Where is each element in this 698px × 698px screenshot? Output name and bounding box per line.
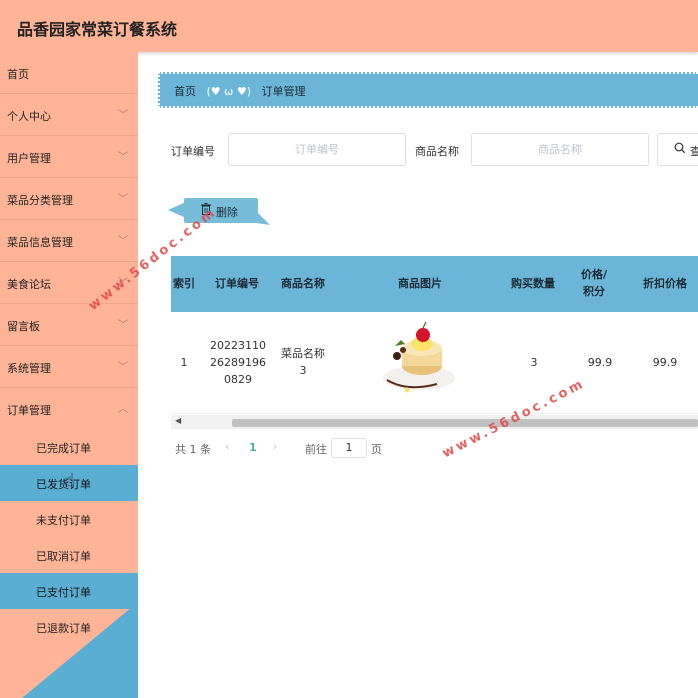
column-header-product-image: 商品图片 — [398, 277, 442, 290]
pagination-goto-input[interactable]: 1 — [331, 438, 367, 458]
sidebar-subitem-label: 已支付订单 — [36, 586, 91, 599]
sidebar-item-label: 订单管理 — [7, 404, 51, 417]
sidebar-item-user-management[interactable]: 用户管理 ﹀ — [0, 136, 138, 178]
sidebar-item-label: 菜品信息管理 — [7, 236, 73, 249]
dessert-image — [377, 320, 461, 400]
chevron-down-icon: ﹀ — [118, 110, 128, 121]
sidebar-item-label: 系统管理 — [7, 362, 51, 375]
sidebar-item-label: 首页 — [7, 68, 29, 81]
hand-cursor-icon: ☝ — [64, 470, 75, 491]
sidebar-item-dish-info[interactable]: 菜品信息管理 ﹀ — [0, 220, 138, 262]
sidebar-subitem-refunded-orders[interactable]: 已退款订单 — [0, 609, 138, 645]
sidebar-item-personal-center[interactable]: 个人中心 ﹀ — [0, 94, 138, 136]
order-no-input[interactable]: 订单编号 — [228, 133, 406, 166]
column-header-price: 价格/积分 — [580, 268, 608, 298]
prev-page-icon[interactable]: ‹ — [225, 440, 229, 453]
cell-order-no: 20223110262891960829 — [210, 339, 266, 386]
sidebar-subitem-label: 已完成订单 — [36, 442, 91, 455]
sidebar-item-dish-category[interactable]: 菜品分类管理 ﹀ — [0, 178, 138, 220]
chevron-down-icon: ﹀ — [118, 194, 128, 205]
cell-product-name: 菜品名称3 — [281, 347, 325, 377]
chevron-down-icon: ﹀ — [118, 236, 128, 247]
next-page-icon[interactable]: › — [273, 440, 277, 453]
breadcrumb-home[interactable]: 首页 — [174, 85, 196, 98]
table-header: 索引 订单编号 商品名称 商品图片 购买数量 价格/积分 折扣价格 — [171, 256, 698, 312]
row-divider — [171, 413, 698, 414]
sidebar: 首页 个人中心 ﹀ 用户管理 ﹀ 菜品分类管理 ﹀ 菜品信息管理 ﹀ 美食论坛 … — [0, 52, 138, 698]
scrollbar-thumb[interactable] — [232, 419, 698, 427]
sidebar-subitem-label: 已取消订单 — [36, 550, 91, 563]
sidebar-subitem-completed-orders[interactable]: 已完成订单 — [0, 429, 138, 465]
sidebar-subitem-label: 未支付订单 — [36, 514, 91, 527]
chevron-up-icon: ︿ — [118, 404, 128, 415]
search-button-label: 查 — [690, 145, 698, 158]
pagination-current-page[interactable]: 1 — [249, 441, 257, 454]
column-header-product-name: 商品名称 — [281, 277, 325, 290]
sidebar-item-message-board[interactable]: 留言板 ﹀ — [0, 304, 138, 346]
product-name-input[interactable]: 商品名称 — [471, 133, 649, 166]
sidebar-item-order-management[interactable]: 订单管理 ︿ — [0, 388, 138, 430]
column-header-order-no: 订单编号 — [215, 277, 259, 290]
sidebar-item-home[interactable]: 首页 — [0, 52, 138, 94]
pagination-total: 共 1 条 — [175, 443, 211, 456]
chevron-down-icon: ﹀ — [118, 362, 128, 373]
breadcrumb: 首页 (♥ ω ♥) 订单管理 — [158, 72, 698, 108]
column-header-discount: 折扣价格 — [643, 277, 687, 290]
cell-index: 1 — [180, 356, 188, 369]
pagination-goto-suffix: 页 — [371, 443, 382, 456]
chevron-down-icon: ﹀ — [118, 152, 128, 163]
breadcrumb-separator: (♥ ω ♥) — [206, 85, 252, 98]
breadcrumb-current: 订单管理 — [261, 85, 306, 98]
sidebar-item-label: 用户管理 — [7, 152, 51, 165]
order-no-label: 订单编号 — [171, 145, 215, 158]
column-header-quantity: 购买数量 — [511, 277, 555, 290]
chevron-down-icon: ﹀ — [118, 320, 128, 331]
sidebar-item-system-management[interactable]: 系统管理 ﹀ — [0, 346, 138, 388]
sidebar-subitem-cancelled-orders[interactable]: 已取消订单 — [0, 537, 138, 573]
cell-quantity: 3 — [530, 356, 538, 369]
sidebar-subitem-shipped-orders[interactable]: 已发货订单 ☝ — [0, 465, 138, 501]
delete-button-label: 删除 — [216, 206, 238, 219]
sidebar-subitem-label: 已退款订单 — [36, 622, 91, 635]
cell-discount: 99.9 — [652, 356, 678, 369]
pagination-goto-label: 前往 — [305, 443, 327, 456]
cell-price: 99.9 — [587, 356, 613, 369]
sidebar-item-label: 个人中心 — [7, 110, 51, 123]
app-title: 品香园家常菜订餐系统 — [17, 20, 178, 39]
app-header: 品香园家常菜订餐系统 — [0, 0, 698, 52]
scroll-left-icon[interactable]: ◀ — [175, 416, 181, 425]
sidebar-item-label: 菜品分类管理 — [7, 194, 73, 207]
sidebar-item-label: 留言板 — [7, 320, 40, 333]
page: 品香园家常菜订餐系统 首页 个人中心 ﹀ 用户管理 ﹀ 菜品分类管理 ﹀ 菜品信… — [0, 0, 698, 698]
search-button[interactable]: 查 — [657, 133, 698, 166]
product-name-label: 商品名称 — [415, 145, 459, 158]
sidebar-subitem-unpaid-orders[interactable]: 未支付订单 — [0, 501, 138, 537]
search-icon — [674, 142, 686, 154]
delete-button-tail — [256, 211, 270, 225]
column-header-index: 索引 — [173, 277, 195, 290]
sidebar-item-label: 美食论坛 — [7, 278, 51, 291]
